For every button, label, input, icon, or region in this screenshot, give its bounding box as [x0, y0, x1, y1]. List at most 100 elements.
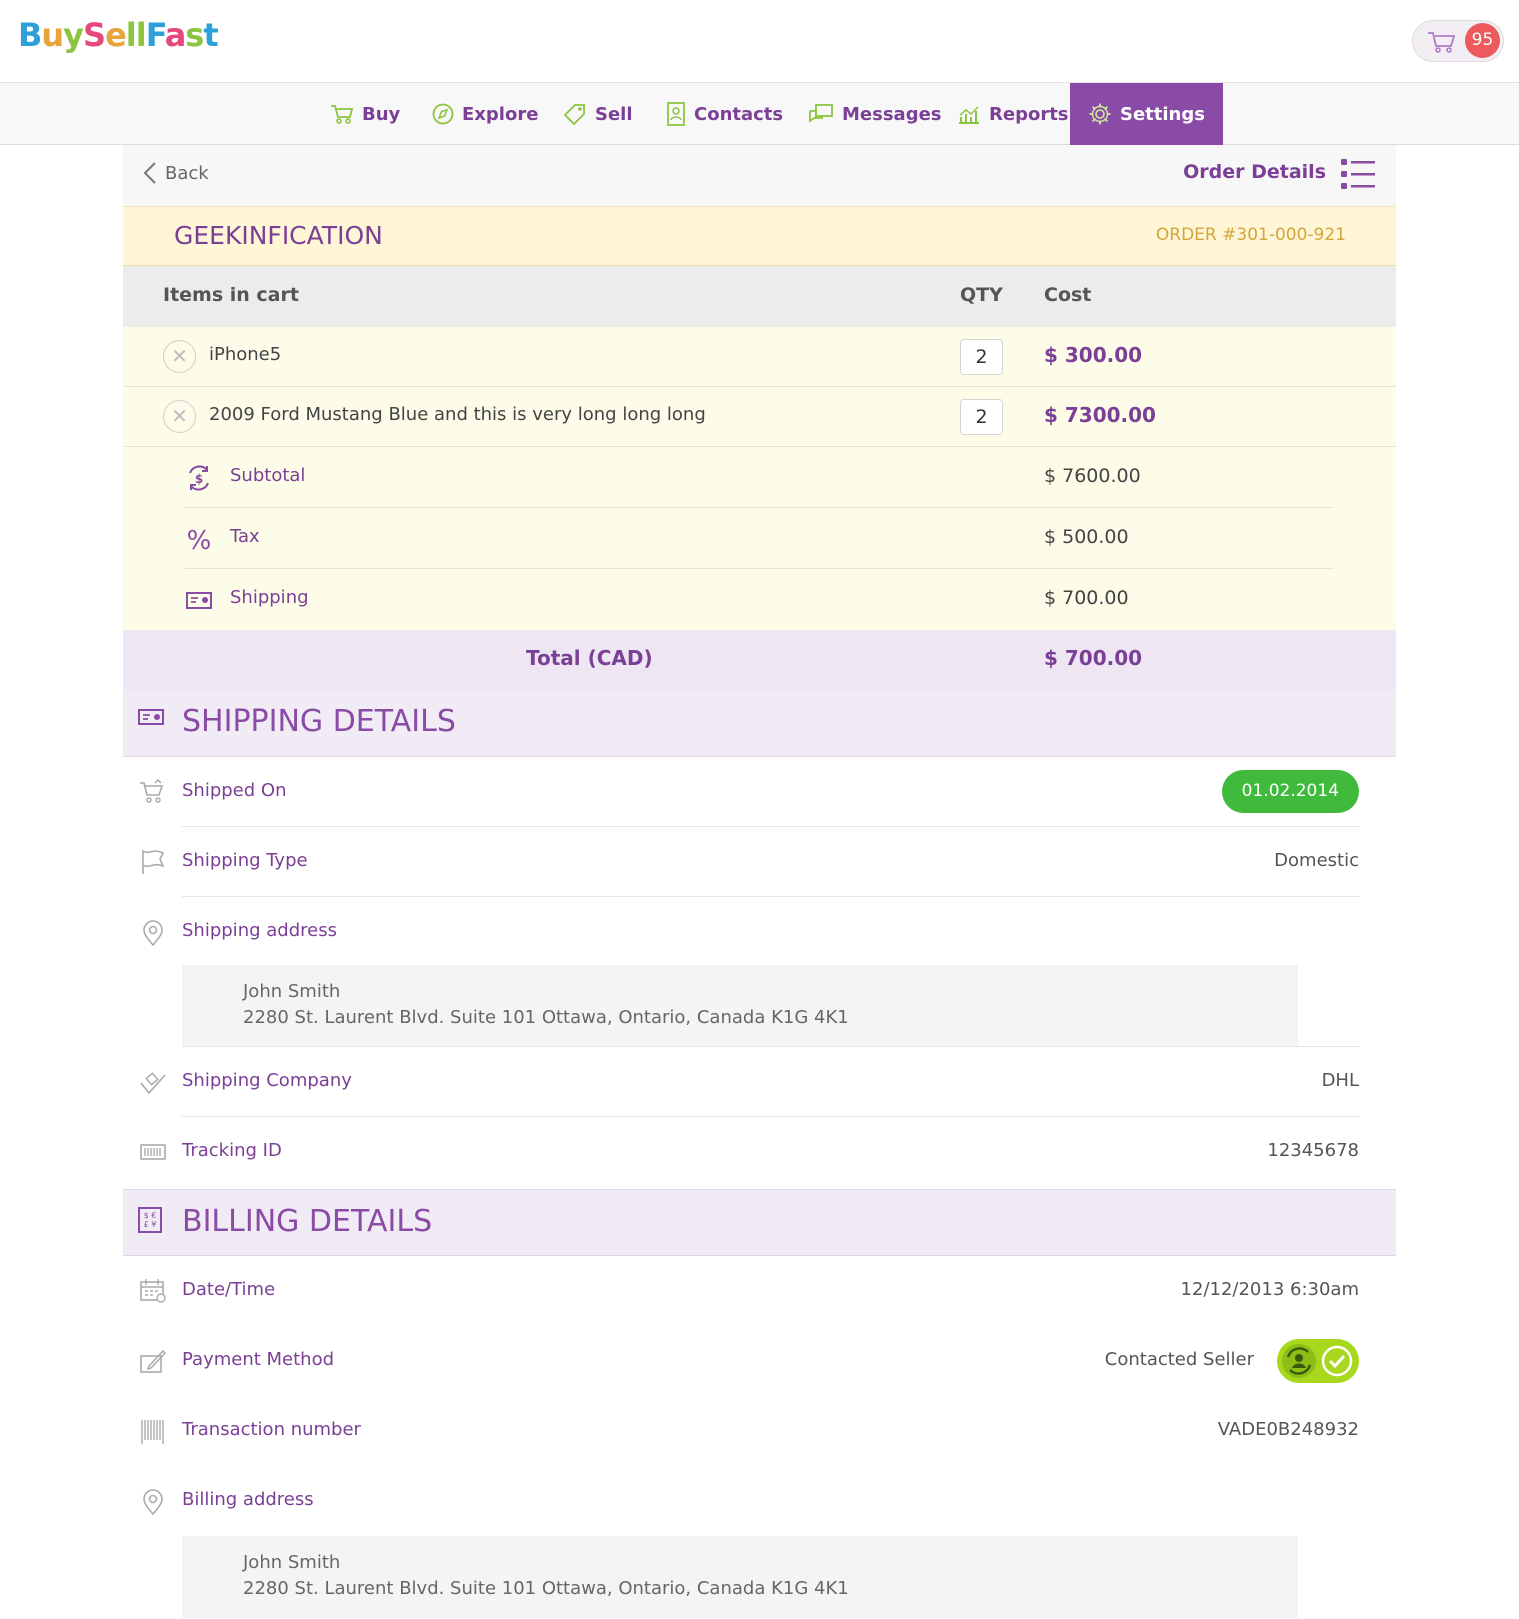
billing-details-header: $ € £ ¥ BILLING DETAILS	[123, 1189, 1396, 1256]
nav-label: Sell	[595, 103, 633, 125]
cart-table-header: Items in cart QTY Cost	[123, 266, 1396, 327]
top-header: BuySellFast 95	[0, 0, 1519, 83]
shipping-company-row: Shipping Company DHL	[123, 1047, 1396, 1117]
summary-value: $ 7600.00	[1044, 465, 1141, 487]
detail-value: Domestic	[1274, 850, 1359, 871]
detail-value: 12345678	[1267, 1140, 1359, 1161]
sub-header: Back Order Details	[123, 145, 1396, 206]
calendar-icon	[140, 1279, 166, 1303]
nav-label: Settings	[1120, 103, 1205, 125]
nav-label: Buy	[362, 103, 401, 125]
address-line: 2280 St. Laurent Blvd. Suite 101 Ottawa,…	[243, 1007, 849, 1028]
item-cost: $ 300.00	[1044, 343, 1143, 367]
detail-label: Date/Time	[182, 1279, 276, 1300]
location-pin-icon	[143, 920, 163, 947]
summary-label: Tax	[230, 526, 260, 547]
summary-label: Subtotal	[230, 465, 306, 486]
compass-icon	[432, 103, 454, 125]
detail-label: Shipped On	[182, 780, 287, 801]
table-row: ✕ iPhone5 2 $ 300.00	[123, 327, 1396, 387]
datetime-row: Date/Time 12/12/2013 6:30am	[123, 1256, 1396, 1326]
cart-icon	[140, 779, 164, 803]
svg-text:$: $	[195, 472, 203, 486]
shipping-card-icon	[138, 709, 164, 725]
detail-label: Transaction number	[182, 1419, 361, 1440]
back-button[interactable]: Back	[143, 161, 209, 185]
nav-item-messages[interactable]: Messages	[808, 83, 942, 145]
cart-count-badge: 95	[1465, 23, 1500, 58]
shipping-address-row: Shipping address John Smith 2280 St. Lau…	[123, 897, 1396, 1047]
nav-label: Contacts	[694, 103, 784, 125]
nav-item-buy[interactable]: Buy	[330, 83, 400, 145]
detail-label: Shipping Type	[182, 850, 308, 871]
shipped-date-badge: 01.02.2014	[1221, 770, 1359, 813]
column-header-qty: QTY	[960, 284, 1003, 306]
tax-row: % Tax $ 500.00	[123, 508, 1396, 569]
tracking-id-row: Tracking ID 12345678	[123, 1117, 1396, 1187]
total-label: Total (CAD)	[526, 646, 653, 670]
check-circle-icon	[1321, 1345, 1353, 1377]
detail-label: Billing address	[182, 1489, 314, 1510]
summary-value: $ 500.00	[1044, 526, 1129, 548]
currency-board-icon: $ €£ ¥	[138, 1207, 162, 1233]
column-header-cost: Cost	[1044, 284, 1092, 306]
gear-icon	[1089, 103, 1111, 125]
bar-chart-icon	[959, 106, 979, 124]
column-header-items: Items in cart	[163, 284, 299, 306]
shipping-details-header: SHIPPING DETAILS	[123, 690, 1396, 757]
shipping-address-box: John Smith 2280 St. Laurent Blvd. Suite …	[182, 965, 1298, 1047]
detail-value: DHL	[1321, 1070, 1359, 1091]
order-number: ORDER #301-000-921	[1155, 225, 1346, 245]
detail-value: VADE0B248932	[1217, 1419, 1359, 1440]
quantity-field[interactable]: 2	[960, 399, 1003, 435]
nav-label: Reports	[989, 103, 1069, 125]
section-title: SHIPPING DETAILS	[182, 704, 456, 739]
total-row: Total (CAD) $ 700.00	[123, 630, 1396, 690]
detail-label: Shipping Company	[182, 1070, 352, 1091]
brand-logo[interactable]: BuySellFast	[18, 16, 219, 54]
nav-item-contacts[interactable]: Contacts	[666, 83, 783, 145]
table-row: ✕ 2009 Ford Mustang Blue and this is ver…	[123, 387, 1396, 447]
tag-icon	[563, 104, 585, 125]
summary-value: $ 700.00	[1044, 587, 1129, 609]
chat-bubbles-icon	[809, 104, 833, 123]
cart-icon	[331, 105, 354, 124]
address-name: John Smith	[243, 1552, 341, 1573]
subtotal-row: $ Subtotal $ 7600.00	[123, 447, 1396, 508]
detail-label: Payment Method	[182, 1349, 335, 1370]
shipping-row: Shipping $ 700.00	[123, 569, 1396, 630]
total-value: $ 700.00	[1044, 646, 1143, 670]
nav-item-settings[interactable]: Settings	[1070, 83, 1223, 145]
shipped-on-row: Shipped On 01.02.2014	[123, 757, 1396, 827]
address-line: 2280 St. Laurent Blvd. Suite 101 Ottawa,…	[243, 1578, 849, 1599]
shop-header: GEEKINFICATION ORDER #301-000-921	[123, 206, 1396, 266]
svg-text:£ ¥: £ ¥	[144, 1220, 157, 1229]
chevron-left-icon	[143, 162, 156, 184]
nav-item-sell[interactable]: Sell	[563, 83, 633, 145]
percent-icon: %	[187, 526, 212, 553]
billing-address-box: John Smith 2280 St. Laurent Blvd. Suite …	[182, 1536, 1298, 1618]
item-name: iPhone5	[209, 344, 282, 365]
quantity-field[interactable]: 2	[960, 339, 1003, 375]
nav-label: Explore	[462, 103, 539, 125]
nav-label: Messages	[842, 103, 942, 125]
dolly-icon	[140, 1072, 166, 1095]
nav-item-explore[interactable]: Explore	[432, 83, 538, 145]
transaction-number-row: Transaction number VADE0B248932	[123, 1396, 1396, 1466]
contacted-seller-toggle[interactable]	[1277, 1339, 1359, 1383]
payment-method-row: Payment Method Contacted Seller	[123, 1326, 1396, 1396]
shipping-card-icon	[186, 592, 212, 609]
nav-item-reports[interactable]: Reports	[957, 83, 1069, 145]
location-pin-icon	[143, 1489, 163, 1516]
svg-text:$ €: $ €	[144, 1211, 157, 1220]
flag-icon	[142, 849, 165, 874]
barcode-card-icon	[140, 1144, 166, 1160]
remove-item-button[interactable]: ✕	[163, 400, 196, 433]
item-name: 2009 Ford Mustang Blue and this is very …	[209, 404, 706, 425]
barcode-icon	[141, 1420, 164, 1444]
list-menu-icon[interactable]	[1340, 157, 1376, 191]
remove-item-button[interactable]: ✕	[163, 340, 196, 373]
svg-text:%: %	[187, 526, 212, 553]
person-exchange-icon	[1282, 1344, 1316, 1378]
detail-label: Shipping address	[182, 920, 337, 941]
